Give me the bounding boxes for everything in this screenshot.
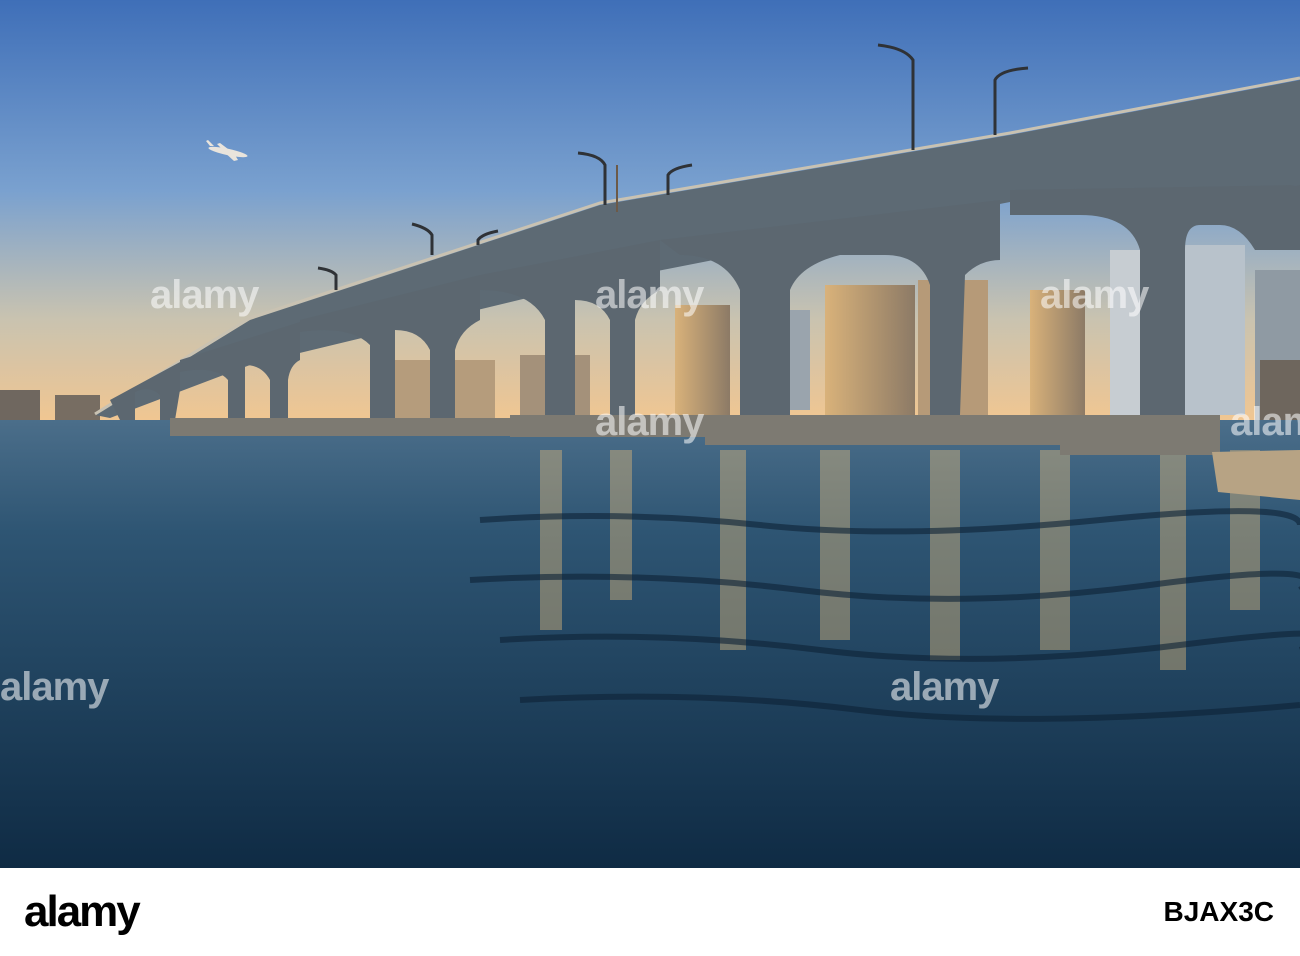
image-id: BJAX3C <box>1163 896 1274 927</box>
photo-scene <box>0 0 1300 868</box>
brand-logo: alamy <box>24 887 141 936</box>
footer-bar: alamy BJAX3C <box>0 868 1300 956</box>
water <box>0 420 1300 868</box>
